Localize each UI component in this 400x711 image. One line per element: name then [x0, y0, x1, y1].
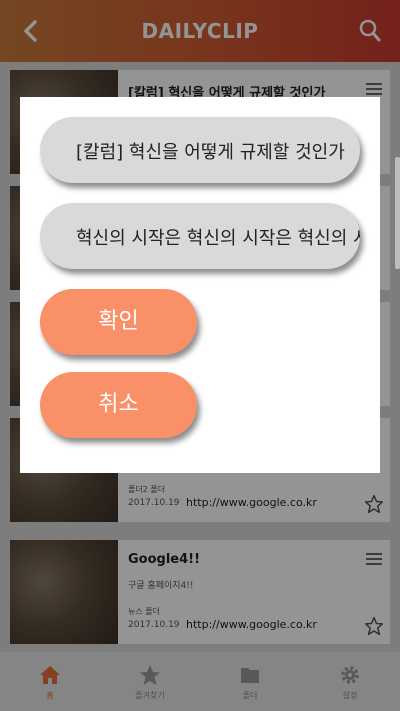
cancel-button[interactable]: 취소	[40, 372, 197, 438]
title-field[interactable]: [칼럼] 혁신을 어떻게 규제할 것인가	[40, 117, 360, 183]
scrollbar[interactable]	[395, 157, 400, 269]
description-field[interactable]: 혁신의 시작은 혁신의 시작은 혁신의 시작	[40, 203, 360, 269]
title-field-value: [칼럼] 혁신을 어떻게 규제할 것인가	[76, 142, 345, 163]
confirm-button[interactable]: 확인	[40, 289, 197, 355]
edit-dialog: [칼럼] 혁신을 어떻게 규제할 것인가 혁신의 시작은 혁신의 시작은 혁신의…	[20, 97, 380, 473]
description-field-value: 혁신의 시작은 혁신의 시작은 혁신의 시작	[76, 228, 360, 249]
